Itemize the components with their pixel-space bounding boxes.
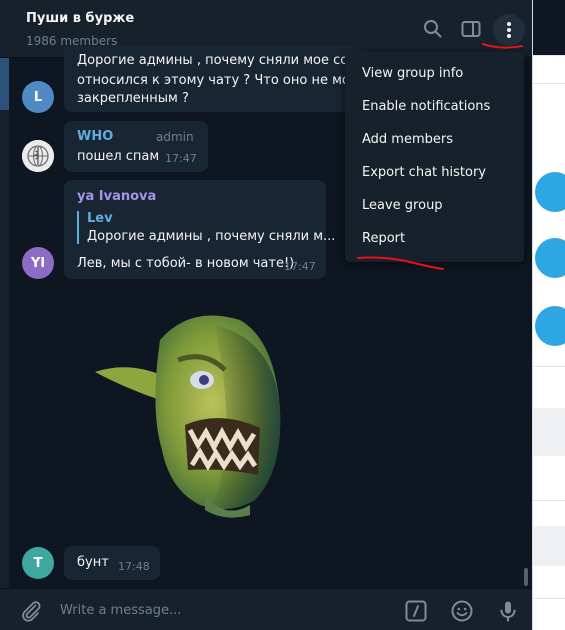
chat-window: Пуши в бурже 1986 members L Дорогие адми… <box>0 0 532 630</box>
sender-name[interactable]: WHO <box>77 129 113 144</box>
bot-commands-icon[interactable] <box>404 599 428 623</box>
who-logo-avatar[interactable] <box>22 140 54 172</box>
microphone-icon[interactable] <box>496 599 520 623</box>
message-bubble[interactable]: Дорогие админы , почему сняли мое сообщ … <box>64 46 376 112</box>
emoji-icon[interactable] <box>450 599 474 623</box>
message-bubble[interactable]: бунт 17:48 <box>64 546 160 580</box>
message-text: пошел спам <box>77 149 160 164</box>
menu-item-leave-group[interactable]: Leave group <box>362 198 443 213</box>
quote-author: Lev <box>87 211 113 226</box>
message-input[interactable]: Write a message... <box>60 603 181 618</box>
red-underline-annotation <box>357 256 444 270</box>
avatar[interactable]: YI <box>22 247 54 279</box>
menu-item-export-chat-history[interactable]: Export chat history <box>362 165 486 180</box>
message-time: 17:47 <box>165 152 197 165</box>
background-blue-button <box>535 238 565 278</box>
attach-icon[interactable] <box>19 599 43 623</box>
scrollbar-thumb[interactable] <box>524 568 528 586</box>
message-text: Лев, мы с тобой- в новом чате!) <box>77 256 295 271</box>
message-bubble[interactable]: ya Ivanova Lev Дорогие админы , почему с… <box>64 180 336 279</box>
message-text-line: относился к этому чату ? Что оно не могл… <box>77 73 373 88</box>
message-bubble[interactable]: WHO admin пошел спам 17:47 <box>64 121 208 172</box>
message-time: 17:47 <box>284 260 316 273</box>
message-text-line: закрепленным ? <box>77 91 189 106</box>
goblin-sticker[interactable] <box>90 300 290 520</box>
menu-item-report[interactable]: Report <box>362 231 405 246</box>
message-time: 17:48 <box>118 560 150 573</box>
background-blue-button <box>535 172 565 212</box>
red-underline-annotation <box>482 43 523 49</box>
search-icon[interactable] <box>421 17 445 41</box>
avatar[interactable]: T <box>22 547 54 579</box>
chat-title[interactable]: Пуши в бурже <box>26 11 134 26</box>
menu-item-enable-notifications[interactable]: Enable notifications <box>362 99 490 114</box>
message-text: бунт <box>77 555 109 570</box>
background-blue-button <box>535 306 565 346</box>
avatar[interactable]: L <box>22 81 54 113</box>
left-panel-edge <box>0 58 9 588</box>
menu-item-add-members[interactable]: Add members <box>362 132 453 147</box>
message-composer: Write a message... <box>0 588 532 630</box>
sender-name[interactable]: ya Ivanova <box>77 189 156 204</box>
background-window <box>532 0 565 630</box>
message-text-line: Дорогие админы , почему сняли мое сообщ <box>77 53 377 68</box>
reply-quote[interactable]: Lev Дорогие админы , почему сняли м... <box>77 211 336 244</box>
admin-badge: admin <box>156 130 194 144</box>
chat-options-menu: View group info Enable notifications Add… <box>345 52 524 262</box>
menu-item-view-group-info[interactable]: View group info <box>362 66 463 81</box>
quote-text: Дорогие админы , почему сняли м... <box>87 229 336 244</box>
